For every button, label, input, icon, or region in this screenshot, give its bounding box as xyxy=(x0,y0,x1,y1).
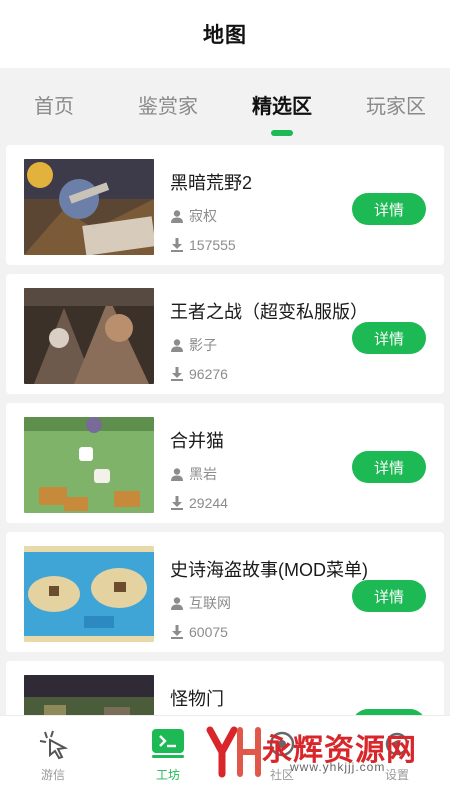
download-icon xyxy=(171,496,183,510)
game-thumbnail[interactable] xyxy=(24,288,154,384)
game-title: 史诗海盗故事(MOD菜单) xyxy=(170,560,368,580)
user-icon xyxy=(171,468,183,481)
download-line: 157555 xyxy=(170,237,236,253)
author-name: 黑岩 xyxy=(189,466,217,482)
game-card[interactable]: 王者之战（超变私服版） 影子 96276 详情 xyxy=(6,274,444,394)
details-button[interactable]: 详情 xyxy=(352,580,426,612)
terminal-icon xyxy=(152,728,184,760)
download-count: 29244 xyxy=(189,495,228,511)
game-title: 黑暗荒野2 xyxy=(170,173,253,193)
category-tabs: 首页 鉴赏家 精选区 玩家区 xyxy=(0,74,450,142)
nav-item-youxin[interactable]: 游信 xyxy=(8,716,98,785)
tab-featured[interactable]: 精选区 xyxy=(237,90,327,119)
download-line: 60075 xyxy=(170,624,228,640)
author-line: 互联网 xyxy=(170,593,231,613)
user-icon xyxy=(171,597,183,610)
game-thumbnail[interactable] xyxy=(24,417,154,513)
tab-connoisseur[interactable]: 鉴赏家 xyxy=(123,90,213,119)
details-button[interactable]: 详情 xyxy=(352,322,426,354)
user-icon xyxy=(171,339,183,352)
download-icon xyxy=(171,367,183,381)
download-icon xyxy=(171,238,183,252)
download-count: 96276 xyxy=(189,366,228,382)
author-name: 影子 xyxy=(189,337,217,353)
author-line: 影子 xyxy=(170,335,217,355)
author-line: 黑岩 xyxy=(170,464,217,484)
star-cursor-icon xyxy=(37,728,69,760)
details-button[interactable]: 详情 xyxy=(352,451,426,483)
game-thumbnail[interactable] xyxy=(24,159,154,255)
author-name: 互联网 xyxy=(189,595,231,611)
download-line: 29244 xyxy=(170,495,228,511)
watermark-url: www.yhkjjj.com xyxy=(290,760,386,774)
game-card[interactable]: 黑暗荒野2 寂权 157555 详情 xyxy=(6,145,444,265)
game-card[interactable]: 史诗海盗故事(MOD菜单) 互联网 60075 详情 xyxy=(6,532,444,652)
app-header: 地图 xyxy=(0,0,450,68)
game-thumbnail[interactable] xyxy=(24,546,154,642)
user-icon xyxy=(171,210,183,223)
author-line: 寂权 xyxy=(170,206,217,226)
download-line: 96276 xyxy=(170,366,228,382)
nav-label: 游信 xyxy=(40,768,65,782)
active-tab-indicator xyxy=(271,130,293,136)
author-name: 寂权 xyxy=(189,208,217,224)
nav-label: 工坊 xyxy=(155,768,180,782)
game-title: 怪物门 xyxy=(170,689,224,709)
download-count: 157555 xyxy=(189,237,236,253)
download-icon xyxy=(171,625,183,639)
download-count: 60075 xyxy=(189,624,228,640)
game-card[interactable]: 合并猫 黑岩 29244 详情 xyxy=(6,403,444,523)
tab-players[interactable]: 玩家区 xyxy=(351,90,441,119)
page-title: 地图 xyxy=(203,24,247,47)
tab-home[interactable]: 首页 xyxy=(9,90,99,119)
game-title: 合并猫 xyxy=(170,431,224,451)
game-title: 王者之战（超变私服版） xyxy=(170,302,368,322)
details-button[interactable]: 详情 xyxy=(352,193,426,225)
